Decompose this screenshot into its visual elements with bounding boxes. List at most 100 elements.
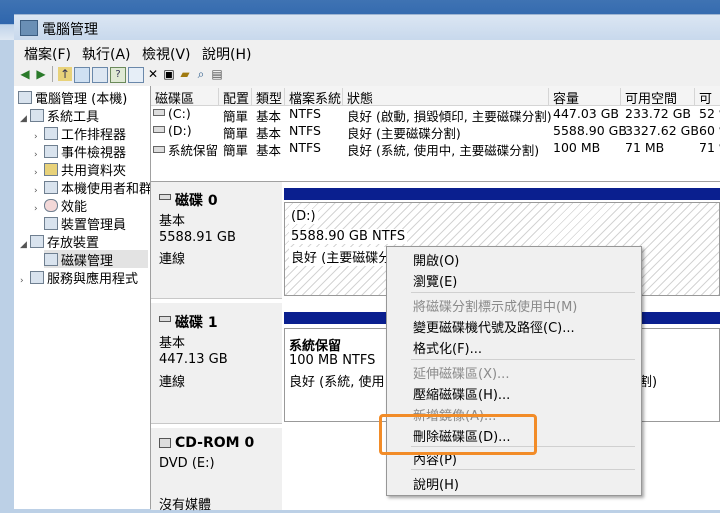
window-caption[interactable]: 電腦管理 xyxy=(14,14,720,41)
tree-item-services-apps[interactable]: › 服務與應用程式 xyxy=(20,268,138,287)
help-icon[interactable]: ? xyxy=(110,67,126,83)
menu-item-change-drive-letter[interactable]: 變更磁碟機代號及路徑(C)... xyxy=(413,317,575,336)
table-row[interactable]: (D:) 簡單 基本 NTFS 良好 (主要磁碟分割) 5588.90 GB 3… xyxy=(151,123,720,141)
drive-icon xyxy=(153,126,165,133)
collapsed-arrow-icon[interactable]: › xyxy=(34,168,44,178)
cell-percent-free: 71 % xyxy=(699,140,720,155)
tree-item-shared-folders[interactable]: › 共用資料夾 xyxy=(34,160,126,179)
disk-1-label[interactable]: 磁碟 1 基本 447.13 GB 連線 xyxy=(151,303,282,424)
menu-item-format[interactable]: 格式化(F)... xyxy=(413,338,482,357)
cell-percent-free: 60 % xyxy=(699,123,720,138)
up-folder-icon[interactable]: ↑ xyxy=(58,67,72,81)
computer-management-icon xyxy=(20,20,38,36)
menu-item-mark-active[interactable]: 將磁碟分割標示成使用中(M) xyxy=(413,296,577,315)
tree-item-event-viewer[interactable]: › 事件檢視器 xyxy=(34,142,126,161)
shared-folder-icon xyxy=(44,163,58,176)
column-header-free-space[interactable]: 可用空間 xyxy=(621,88,695,107)
partition-header-bar xyxy=(284,188,720,200)
disk-icon xyxy=(159,316,171,322)
tree-item-device-manager[interactable]: 裝置管理員 xyxy=(44,214,126,233)
delete-icon[interactable]: ✕ xyxy=(146,67,160,81)
menu-help[interactable]: 說明(H) xyxy=(202,44,251,64)
tree-item-local-users[interactable]: › 本機使用者和群 xyxy=(34,178,150,197)
cdrom-0-label[interactable]: CD-ROM 0 DVD (E:) 沒有媒體 xyxy=(151,428,282,513)
cdrom-icon xyxy=(159,438,171,448)
menu-item-shrink-volume[interactable]: 壓縮磁碟區(H)... xyxy=(413,384,510,403)
disk-name: 磁碟 1 xyxy=(175,315,218,331)
disk-icon xyxy=(159,194,171,200)
menu-file[interactable]: 檔案(F) xyxy=(24,44,71,64)
drive-icon xyxy=(153,109,165,116)
menu-item-explore[interactable]: 瀏覽(E) xyxy=(413,271,457,290)
column-header-percent-free[interactable]: 可 xyxy=(695,88,720,107)
computer-icon xyxy=(18,91,32,104)
table-row[interactable]: 系統保留 簡單 基本 NTFS 良好 (系統, 使用中, 主要磁碟分割) 100… xyxy=(151,140,720,158)
disk-status: 連線 xyxy=(159,375,186,390)
cell-free-space: 233.72 GB xyxy=(625,106,691,121)
back-icon[interactable]: ◀ xyxy=(18,67,32,81)
forward-icon[interactable]: ▶ xyxy=(34,67,48,81)
menu-separator xyxy=(411,359,635,360)
column-header-layout[interactable]: 配置 xyxy=(219,88,252,107)
column-header-volume[interactable]: 磁碟區 xyxy=(151,88,219,107)
column-header-status[interactable]: 狀態 xyxy=(343,88,549,107)
menu-item-extend-volume[interactable]: 延伸磁碟區(X)... xyxy=(413,363,509,382)
collapsed-arrow-icon[interactable]: › xyxy=(34,150,44,160)
cell-capacity: 447.03 GB xyxy=(553,106,619,121)
menu-action[interactable]: 執行(A) xyxy=(82,44,131,64)
disk-icon[interactable]: ▤ xyxy=(210,67,224,81)
tools-icon xyxy=(30,109,44,122)
menu-separator xyxy=(411,292,635,293)
collapsed-arrow-icon[interactable]: › xyxy=(34,204,44,214)
tree-item-storage[interactable]: ◢ 存放裝置 xyxy=(20,232,99,251)
volume-list-header: 磁碟區 配置 類型 檔案系統 狀態 容量 可用空間 可 xyxy=(151,86,720,107)
tree-root[interactable]: 電腦管理 (本機) xyxy=(18,88,127,107)
cell-capacity: 100 MB xyxy=(553,140,601,155)
disk-name: 磁碟 0 xyxy=(175,193,218,209)
cell-percent-free: 52 % xyxy=(699,106,720,121)
table-row[interactable]: (C:) 簡單 基本 NTFS 良好 (啟動, 損毀傾印, 主要磁碟分割) 44… xyxy=(151,106,720,124)
tree-item-disk-management[interactable]: 磁碟管理 xyxy=(44,250,148,269)
disk-type: 基本 xyxy=(159,336,186,351)
expanded-arrow-icon[interactable]: ◢ xyxy=(20,240,30,250)
disk-0-label[interactable]: 磁碟 0 基本 5588.91 GB 連線 xyxy=(151,182,282,299)
show-tree-icon[interactable] xyxy=(74,67,90,83)
disk-type: DVD (E:) xyxy=(159,456,215,471)
disk-size: 5588.91 GB xyxy=(159,230,236,245)
column-header-type[interactable]: 類型 xyxy=(252,88,285,107)
partition-title: 系統保留 xyxy=(289,339,342,354)
collapsed-arrow-icon[interactable]: › xyxy=(34,132,44,142)
menu-item-help[interactable]: 說明(H) xyxy=(413,474,459,493)
drive-icon xyxy=(153,146,165,153)
tree-item-system-tools[interactable]: ◢ 系統工具 xyxy=(20,106,99,125)
tree-item-performance[interactable]: › 效能 xyxy=(34,196,87,215)
collapsed-arrow-icon[interactable]: › xyxy=(20,276,30,286)
disk-management-icon xyxy=(44,253,58,266)
cell-filesystem: NTFS xyxy=(289,106,321,121)
show-pane-icon[interactable] xyxy=(128,67,144,83)
performance-icon xyxy=(44,199,58,212)
cell-filesystem: NTFS xyxy=(289,140,321,155)
column-header-filesystem[interactable]: 檔案系統 xyxy=(285,88,343,107)
partition-status: 良好 (系統, 使用 xyxy=(289,375,385,390)
properties-sheet-icon[interactable]: ▣ xyxy=(162,67,176,81)
menu-view[interactable]: 檢視(V) xyxy=(142,44,191,64)
users-icon xyxy=(44,181,58,194)
disk-name: CD-ROM 0 xyxy=(175,435,255,451)
cell-free-space: 71 MB xyxy=(625,140,665,155)
menu-bar: 檔案(F) 執行(A) 檢視(V) 說明(H) xyxy=(14,40,720,65)
disk-type: 基本 xyxy=(159,214,186,229)
tree-item-task-scheduler[interactable]: › 工作排程器 xyxy=(34,124,126,143)
partition-size: 100 MB NTFS xyxy=(289,353,376,368)
column-header-capacity[interactable]: 容量 xyxy=(549,88,621,107)
properties-icon[interactable] xyxy=(92,67,108,83)
expanded-arrow-icon[interactable]: ◢ xyxy=(20,114,30,124)
search-icon[interactable]: ⌕ xyxy=(194,67,208,81)
collapsed-arrow-icon[interactable]: › xyxy=(34,186,44,196)
menu-item-open[interactable]: 開啟(O) xyxy=(413,250,459,269)
window-title: 電腦管理 xyxy=(42,22,98,38)
console-tree: 電腦管理 (本機) ◢ 系統工具 › 工作排程器 › 事件檢視器 › 共用資料夾 › 本機… xyxy=(14,86,151,509)
open-folder-icon[interactable]: ▰ xyxy=(178,67,192,81)
cell-type: 基本 xyxy=(256,143,282,158)
event-viewer-icon xyxy=(44,145,58,158)
